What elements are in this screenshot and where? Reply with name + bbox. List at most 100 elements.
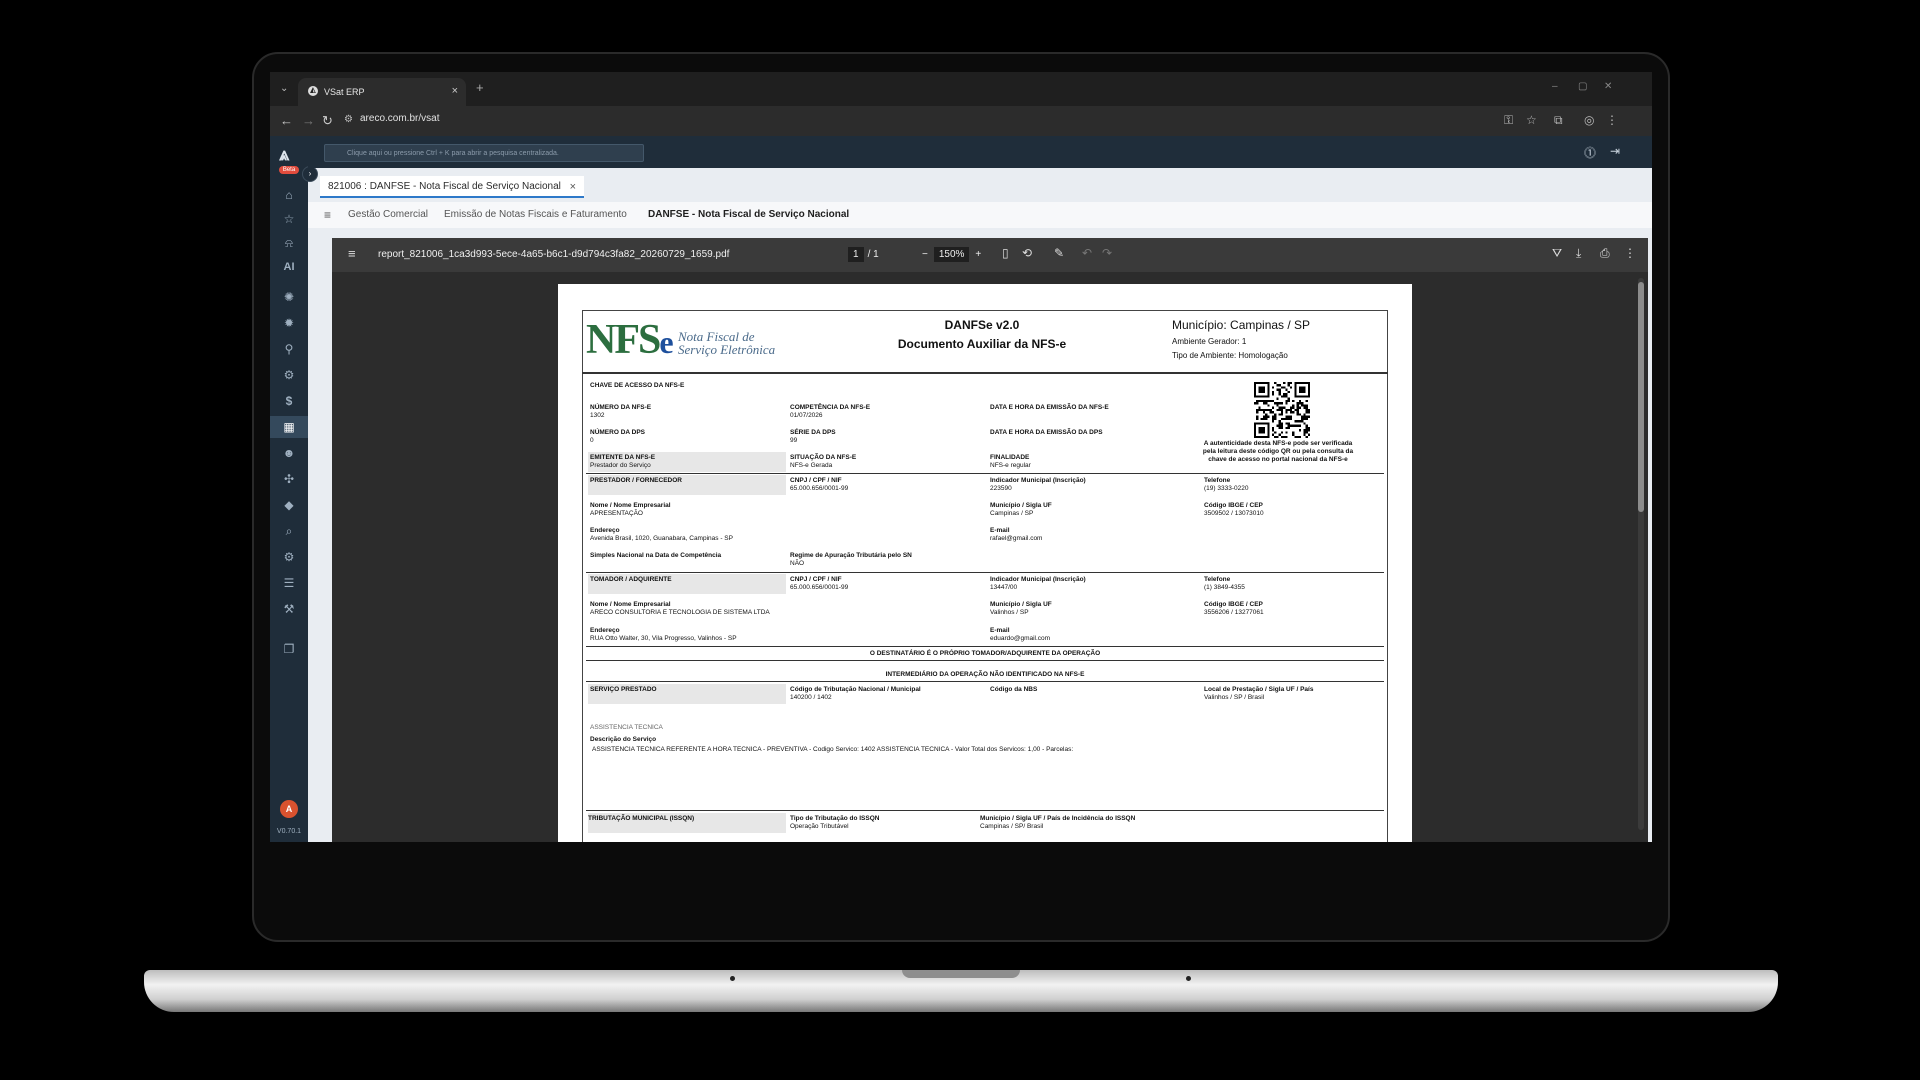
browser-menu-icon[interactable]: ⋮: [1606, 113, 1618, 127]
close-tab-icon[interactable]: ×: [452, 85, 458, 97]
screen: ⌄ ◭ VSat ERP × + – ▢ ✕ ← → ↻ ⚙ areco.com…: [270, 72, 1652, 842]
close-window-icon[interactable]: ✕: [1604, 81, 1612, 92]
tomador-im: Indicador Municipal (Inscrição) 13447/00: [990, 576, 1086, 591]
bookmark-star-icon[interactable]: ☆: [1526, 113, 1537, 127]
servico-label: SERVIÇO PRESTADO: [590, 686, 657, 693]
prestador-cnpj: CNPJ / CPF / NIF 65.000.656/0001-99: [790, 477, 849, 492]
home-icon[interactable]: ⌂: [270, 184, 308, 206]
users-group-icon[interactable]: ☻: [270, 442, 308, 464]
browser-tabbar: ⌄ ◭ VSat ERP × + – ▢ ✕: [270, 72, 1652, 106]
danfse-title: DANFSe v2.0: [944, 318, 1020, 332]
tomador-nome: Nome / Nome Empresarial ARECO CONSULTORIA…: [590, 601, 770, 616]
hamburger-menu-icon[interactable]: ≡: [324, 202, 331, 228]
finalidade: FINALIDADE NFS-e regular: [990, 454, 1031, 469]
download-icon[interactable]: ⤓: [1576, 246, 1581, 261]
qr-note: A autenticidade desta NFS-e pode ser ver…: [1202, 440, 1354, 463]
search-report-icon[interactable]: ⌕: [270, 520, 308, 542]
browser-tab[interactable]: ◭ VSat ERP ×: [298, 78, 466, 106]
redo-icon[interactable]: ↷: [1102, 246, 1112, 260]
tag-icon[interactable]: ◆: [270, 494, 308, 516]
annotate-pen-icon[interactable]: ✎: [1054, 246, 1064, 260]
numero-dps: NÚMERO DA DPS 0: [590, 429, 646, 444]
servico-descricao: ASSISTENCIA TECNICA REFERENTE A HORA TEC…: [592, 746, 1074, 753]
finance-dollar-icon[interactable]: $: [270, 390, 308, 412]
collapse-sidebar-icon[interactable]: ›: [302, 166, 318, 182]
breadcrumb: ≡ Gestão Comercial Emissão de Notas Fisc…: [308, 202, 1652, 228]
tributacao-municipio: Município / Sigla UF / País de Incidênci…: [980, 815, 1136, 830]
tomador-endereco: Endereço RUA Otto Walter, 30, Vila Progre…: [590, 627, 737, 642]
pdf-outline-menu-icon[interactable]: ≡: [348, 246, 356, 261]
pdf-scrollbar[interactable]: [1638, 278, 1644, 830]
profile-icon[interactable]: ◎: [1584, 113, 1594, 127]
help-icon[interactable]: ⓵: [1584, 144, 1596, 161]
danfse-header: NFSe Nota Fiscal de Serviço Eletrônica DA…: [582, 310, 1388, 374]
configuration-icon[interactable]: ⚙: [270, 364, 308, 386]
divider: [586, 660, 1384, 661]
zoom-out-icon[interactable]: −: [922, 249, 928, 260]
danfse-municipio: Município: Campinas / SP: [1172, 318, 1311, 332]
emissao-dps: DATA E HORA DA EMISSÃO DA DPS: [990, 429, 1103, 436]
document-tab[interactable]: 821006 : DANFSE - Nota Fiscal de Serviço…: [320, 176, 584, 198]
emitente: EMITENTE DA NFS-E Prestador do Serviço: [590, 454, 656, 469]
commercial-store-icon[interactable]: ▦: [270, 416, 308, 438]
drive-save-icon[interactable]: ⛛: [1552, 246, 1562, 261]
page-number-input[interactable]: 1: [848, 247, 864, 262]
hierarchy-icon[interactable]: ⚲: [270, 338, 308, 360]
global-search-input[interactable]: Clique aqui ou pressione Ctrl + K para a…: [324, 144, 644, 162]
breadcrumb-item-emissao[interactable]: Emissão de Notas Fiscais e Faturamento: [444, 202, 627, 228]
zoom-level-input[interactable]: 150%: [933, 247, 970, 262]
tomador-ibge: Código IBGE / CEP 3556206 / 13277061: [1204, 601, 1264, 616]
document-list-icon[interactable]: ☰: [270, 572, 308, 594]
close-document-tab-icon[interactable]: ×: [570, 176, 576, 198]
destinatario-note: O DESTINATÁRIO É O PRÓPRIO TOMADOR/ADQUI…: [869, 650, 1101, 657]
minimize-icon[interactable]: –: [1552, 81, 1558, 92]
notifications-bell-icon[interactable]: ⍾: [270, 232, 308, 254]
prestador-endereco: Endereço Avenida Brasil, 1020, Guanabara,…: [590, 527, 733, 542]
tomador-municipio: Município / Sigla UF Valinhos / SP: [990, 601, 1052, 616]
prestador-ibge: Código IBGE / CEP 3509502 / 13073010: [1204, 502, 1264, 517]
tab-search-chevron-icon[interactable]: ⌄: [280, 83, 288, 94]
zoom-in-icon[interactable]: +: [975, 249, 981, 260]
site-settings-icon[interactable]: ⚙: [344, 114, 353, 125]
new-tab-icon[interactable]: +: [476, 80, 484, 95]
settings-icon[interactable]: ✹: [270, 312, 308, 334]
rotate-icon[interactable]: ⟲: [1022, 246, 1032, 260]
extensions-icon[interactable]: ⧉: [1554, 113, 1563, 128]
divider: [586, 681, 1384, 682]
back-icon[interactable]: ←: [280, 113, 293, 128]
password-key-icon[interactable]: ⚿: [1504, 113, 1513, 128]
laptop-foot: [1186, 976, 1191, 981]
module-gear-icon[interactable]: ✺: [270, 286, 308, 308]
manual-book-icon[interactable]: ❐: [270, 638, 308, 660]
pdf-toolbar: ≡ report_821006_1ca3d993-5ece-4a65-b6c1-…: [332, 238, 1648, 272]
breadcrumb-item-comercial[interactable]: Gestão Comercial: [348, 202, 428, 228]
forward-icon[interactable]: →: [302, 113, 315, 128]
pdf-filename: report_821006_1ca3d993-5ece-4a65-b6c1-d9…: [378, 249, 730, 260]
fit-page-icon[interactable]: ▯: [1002, 246, 1009, 260]
print-icon[interactable]: ⎙: [1600, 246, 1610, 261]
undo-icon[interactable]: ↶: [1082, 246, 1092, 260]
tomador-telefone: Telefone (1) 3849-4355: [1204, 576, 1245, 591]
favorites-star-icon[interactable]: ☆: [270, 208, 308, 230]
vsat-logo-icon[interactable]: ⩓: [279, 144, 289, 165]
pdf-viewer: ≡ report_821006_1ca3d993-5ece-4a65-b6c1-…: [332, 238, 1648, 842]
app-topbar: ⌕ Clique aqui ou pressione Ctrl + K para…: [308, 136, 1652, 168]
prestador-simples: Simples Nacional na Data de Competência: [590, 552, 722, 559]
admin-gear-icon[interactable]: ⚙: [270, 546, 308, 568]
address-bar[interactable]: areco.com.br/vsat: [360, 113, 439, 124]
network-icon[interactable]: ✣: [270, 468, 308, 490]
user-avatar[interactable]: A: [280, 800, 298, 818]
pdf-page: NFSe Nota Fiscal de Serviço Eletrônica DA…: [558, 284, 1412, 842]
divider: [586, 810, 1384, 811]
pdf-scrollbar-thumb[interactable]: [1638, 282, 1644, 512]
tools-wrench-icon[interactable]: ⚒: [270, 598, 308, 620]
logout-icon[interactable]: ⇥: [1610, 144, 1620, 158]
vsat-favicon-icon: ◭: [308, 86, 318, 96]
laptop-base: [144, 970, 1778, 1012]
pdf-more-icon[interactable]: ⋮: [1624, 246, 1636, 260]
ai-icon[interactable]: AI: [270, 256, 308, 278]
reload-icon[interactable]: ↻: [322, 113, 333, 129]
laptop-foot: [730, 976, 735, 981]
maximize-icon[interactable]: ▢: [1578, 81, 1587, 92]
prestador-label: PRESTADOR / FORNECEDOR: [590, 477, 682, 484]
